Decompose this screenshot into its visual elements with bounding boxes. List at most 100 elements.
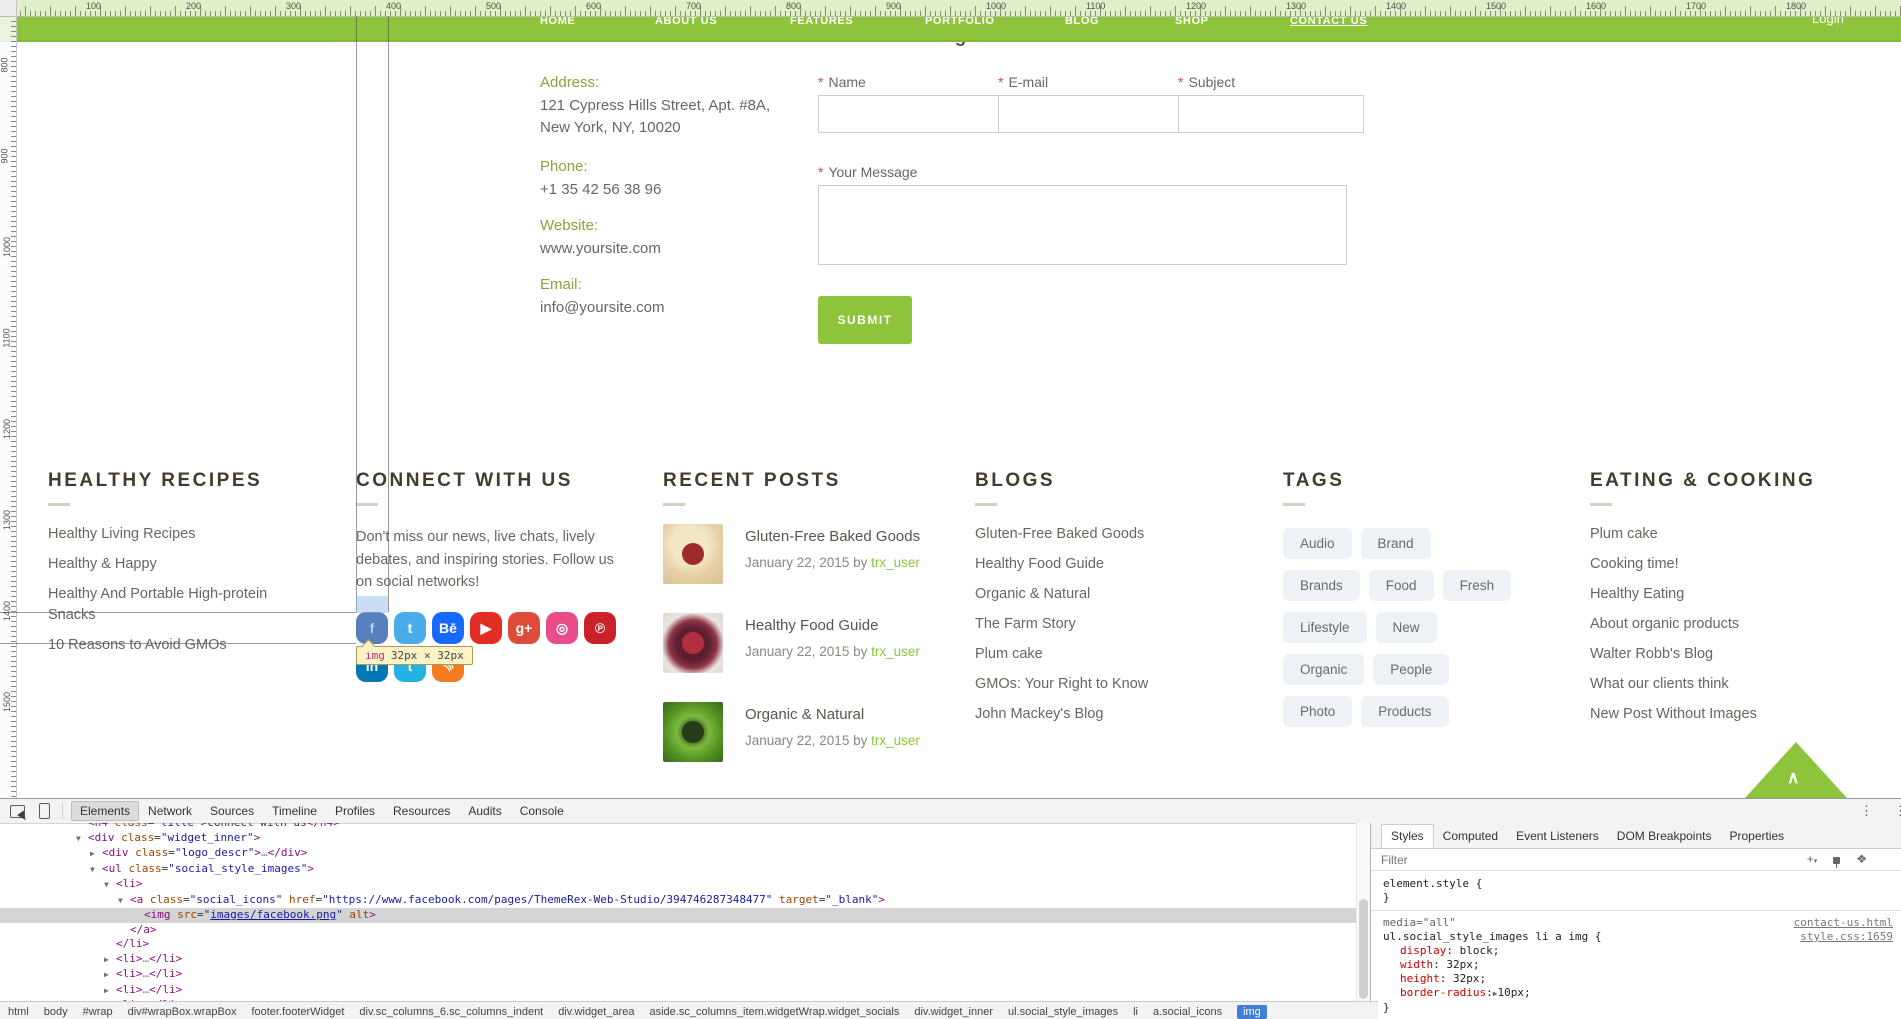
- rule-selector[interactable]: ul.social_style_images li a img {style.c…: [1383, 930, 1871, 944]
- expand-arrow-open[interactable]: ▼: [104, 878, 116, 893]
- post-title[interactable]: Organic & Natural: [745, 706, 920, 723]
- post-author-link[interactable]: trx_user: [871, 644, 920, 659]
- css-property[interactable]: width: 32px;: [1383, 958, 1871, 972]
- tree-line[interactable]: ▼<ul class="social_style_images">: [0, 862, 1356, 878]
- inspect-element-icon[interactable]: [10, 805, 25, 818]
- breadcrumb-item[interactable]: footer.footerWidget: [251, 1006, 344, 1018]
- tag-pill[interactable]: Lifestyle: [1283, 612, 1367, 643]
- scrollbar-thumb[interactable]: [1359, 899, 1368, 999]
- expand-arrow-open[interactable]: ▼: [76, 832, 88, 847]
- devtools-tab-timeline[interactable]: Timeline: [263, 801, 326, 821]
- expand-arrow-closed[interactable]: ▶: [104, 984, 116, 999]
- expand-arrow-icon[interactable]: ▶: [1493, 989, 1498, 998]
- blog-link[interactable]: Plum cake: [975, 644, 1215, 665]
- post-title[interactable]: Gluten-Free Baked Goods: [745, 528, 920, 545]
- tag-pill[interactable]: Food: [1369, 570, 1434, 601]
- tag-pill[interactable]: Audio: [1283, 528, 1352, 559]
- tree-line[interactable]: <h4 class="title">connect with us</h4>: [0, 823, 1356, 831]
- tree-line[interactable]: </a>: [0, 923, 1356, 938]
- devtools-tab-console[interactable]: Console: [511, 801, 573, 821]
- eating-link[interactable]: Walter Robb's Blog: [1590, 644, 1830, 665]
- eating-link[interactable]: Plum cake: [1590, 524, 1830, 545]
- devtools-tab-profiles[interactable]: Profiles: [326, 801, 384, 821]
- breadcrumb-item[interactable]: li: [1133, 1006, 1138, 1018]
- blog-link[interactable]: GMOs: Your Right to Know: [975, 674, 1215, 695]
- post-title[interactable]: Healthy Food Guide: [745, 617, 920, 634]
- stylesheet-link[interactable]: contact-us.html: [1794, 916, 1893, 930]
- youtube-icon[interactable]: ▶: [470, 612, 502, 644]
- tag-pill[interactable]: New: [1376, 612, 1437, 643]
- tag-pill[interactable]: People: [1373, 654, 1449, 685]
- twitter-icon[interactable]: t: [394, 612, 426, 644]
- eating-link[interactable]: Healthy Eating: [1590, 584, 1830, 605]
- breadcrumb-item[interactable]: div.sc_columns_6.sc_columns_indent: [359, 1006, 543, 1018]
- tag-pill[interactable]: Brand: [1361, 528, 1431, 559]
- e-mail-input[interactable]: [998, 95, 1184, 133]
- tree-line[interactable]: ▶<div class="logo_descr">…</div>: [0, 846, 1356, 862]
- pinterest-icon[interactable]: ℗: [584, 612, 616, 644]
- tree-line[interactable]: ▼<div class="widget_inner">: [0, 831, 1356, 847]
- behance-icon[interactable]: Bē: [432, 612, 464, 644]
- recipes-link[interactable]: 10 Reasons to Avoid GMOs: [48, 635, 298, 656]
- tree-line[interactable]: </li>: [0, 937, 1356, 952]
- expand-arrow-closed[interactable]: ▶: [104, 968, 116, 983]
- attribute-value-link[interactable]: images/facebook.png: [210, 908, 336, 921]
- expand-arrow-closed[interactable]: ▶: [104, 953, 116, 968]
- tag-pill[interactable]: Photo: [1283, 696, 1352, 727]
- devtools-tab-elements[interactable]: Elements: [71, 801, 139, 821]
- css-property[interactable]: height: 32px;: [1383, 972, 1871, 986]
- eating-link[interactable]: New Post Without Images: [1590, 704, 1830, 725]
- pin-icon[interactable]: [1833, 852, 1840, 866]
- eating-link[interactable]: Cooking time!: [1590, 554, 1830, 575]
- blog-link[interactable]: Organic & Natural: [975, 584, 1215, 605]
- post-author-link[interactable]: trx_user: [871, 733, 920, 748]
- devtools-tab-resources[interactable]: Resources: [384, 801, 459, 821]
- styles-filter-input[interactable]: [1371, 851, 1651, 869]
- name-input[interactable]: [818, 95, 1004, 133]
- sidebar-tab-computed[interactable]: Computed: [1434, 825, 1507, 847]
- expand-arrow-closed[interactable]: ▶: [90, 847, 102, 862]
- breadcrumb-item[interactable]: aside.sc_columns_item.widgetWrap.widget_…: [649, 1006, 899, 1018]
- devtools-menu-icon[interactable]: ⋮: [1860, 803, 1873, 819]
- tree-line[interactable]: ▶<li>…</li>: [0, 952, 1356, 968]
- submit-button[interactable]: SUBMIT: [818, 296, 912, 344]
- expand-arrow-open[interactable]: ▼: [90, 863, 102, 878]
- rule-selector[interactable]: element.style {: [1383, 877, 1871, 891]
- post-thumbnail-lettuce[interactable]: [663, 702, 723, 762]
- tag-pill[interactable]: Organic: [1283, 654, 1364, 685]
- blog-link[interactable]: Gluten-Free Baked Goods: [975, 524, 1215, 545]
- breadcrumb-item[interactable]: img: [1237, 1005, 1267, 1019]
- sidebar-tab-properties[interactable]: Properties: [1720, 825, 1793, 847]
- post-author-link[interactable]: trx_user: [871, 555, 920, 570]
- breadcrumb-item[interactable]: div.widget_area: [558, 1006, 634, 1018]
- dribbble-icon[interactable]: ◎: [546, 612, 578, 644]
- breadcrumb-item[interactable]: a.social_icons: [1153, 1006, 1222, 1018]
- blog-link[interactable]: Healthy Food Guide: [975, 554, 1215, 575]
- message-textarea[interactable]: [818, 185, 1347, 265]
- breadcrumb-item[interactable]: div#wrapBox.wrapBox: [128, 1006, 237, 1018]
- breadcrumb-item[interactable]: #wrap: [83, 1006, 113, 1018]
- breadcrumb-item[interactable]: html: [8, 1006, 29, 1018]
- stylesheet-link[interactable]: style.css:1659: [1800, 930, 1893, 944]
- css-property[interactable]: border-radius:▶10px;: [1383, 986, 1871, 1001]
- tag-pill[interactable]: Brands: [1283, 570, 1360, 601]
- breadcrumb-item[interactable]: body: [44, 1006, 68, 1018]
- recipes-link[interactable]: Healthy And Portable High-protein Snacks: [48, 584, 298, 626]
- recipes-link[interactable]: Healthy & Happy: [48, 554, 298, 575]
- element-state-icon[interactable]: ❖: [1856, 852, 1867, 866]
- device-mode-icon[interactable]: [39, 803, 50, 819]
- tree-line[interactable]: ▼<li>: [0, 877, 1356, 893]
- css-property[interactable]: display: block;: [1383, 944, 1871, 958]
- tag-pill[interactable]: Fresh: [1443, 570, 1512, 601]
- recipes-link[interactable]: Healthy Living Recipes: [48, 524, 298, 545]
- breadcrumb-item[interactable]: ul.social_style_images: [1008, 1006, 1118, 1018]
- devtools-tab-network[interactable]: Network: [139, 801, 201, 821]
- tag-pill[interactable]: Products: [1361, 696, 1448, 727]
- new-style-rule-icon[interactable]: +▾: [1807, 852, 1818, 866]
- devtools-menu-icon-2[interactable]: ⋮: [1894, 803, 1901, 819]
- post-thumbnail-berries[interactable]: [663, 613, 723, 673]
- tree-line[interactable]: <img src="images/facebook.png" alt>: [0, 908, 1356, 923]
- tree-line[interactable]: ▶<li>…</li>: [0, 983, 1356, 999]
- sidebar-tab-dom-breakpoints[interactable]: DOM Breakpoints: [1608, 825, 1721, 847]
- subject-input[interactable]: [1178, 95, 1364, 133]
